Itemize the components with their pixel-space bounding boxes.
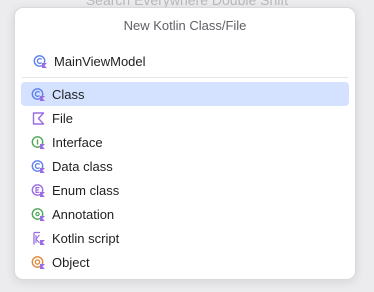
list-item-object[interactable]: Object bbox=[21, 250, 349, 274]
list-item-kotlin-script[interactable]: Kotlin script bbox=[21, 226, 349, 250]
list-item-label: Annotation bbox=[52, 206, 115, 222]
list-item-label: Kotlin script bbox=[52, 230, 120, 246]
kind-list: Class File Interface Data class Enum cla… bbox=[21, 82, 349, 274]
kotlin-file-icon bbox=[31, 111, 46, 126]
list-item-label: Data class bbox=[52, 158, 113, 174]
list-item-class[interactable]: Class bbox=[21, 82, 349, 106]
kotlin-class-icon bbox=[31, 87, 46, 102]
list-item-enum-class[interactable]: Enum class bbox=[21, 178, 349, 202]
kotlin-script-icon bbox=[31, 231, 46, 246]
kotlin-class-icon bbox=[33, 54, 48, 69]
list-item-annotation[interactable]: Annotation bbox=[21, 202, 349, 226]
kotlin-enum-class-icon bbox=[31, 183, 46, 198]
list-item-file[interactable]: File bbox=[21, 106, 349, 130]
name-input[interactable]: MainViewModel bbox=[33, 51, 146, 71]
list-item-interface[interactable]: Interface bbox=[21, 130, 349, 154]
divider bbox=[22, 77, 348, 78]
new-kotlin-class-dialog: New Kotlin Class/File MainViewModel Clas… bbox=[14, 7, 356, 280]
kotlin-interface-icon bbox=[31, 135, 46, 150]
dialog-title: New Kotlin Class/File bbox=[123, 18, 247, 33]
kotlin-data-class-icon bbox=[31, 159, 46, 174]
list-item-label: Class bbox=[52, 86, 85, 102]
list-item-label: Interface bbox=[52, 134, 103, 150]
name-input-value[interactable]: MainViewModel bbox=[54, 54, 146, 69]
list-item-label: File bbox=[52, 110, 73, 126]
list-item-label: Object bbox=[52, 254, 90, 270]
list-item-data-class[interactable]: Data class bbox=[21, 154, 349, 178]
kotlin-annotation-icon bbox=[31, 207, 46, 222]
kotlin-object-icon bbox=[31, 255, 46, 270]
list-item-label: Enum class bbox=[52, 182, 120, 198]
